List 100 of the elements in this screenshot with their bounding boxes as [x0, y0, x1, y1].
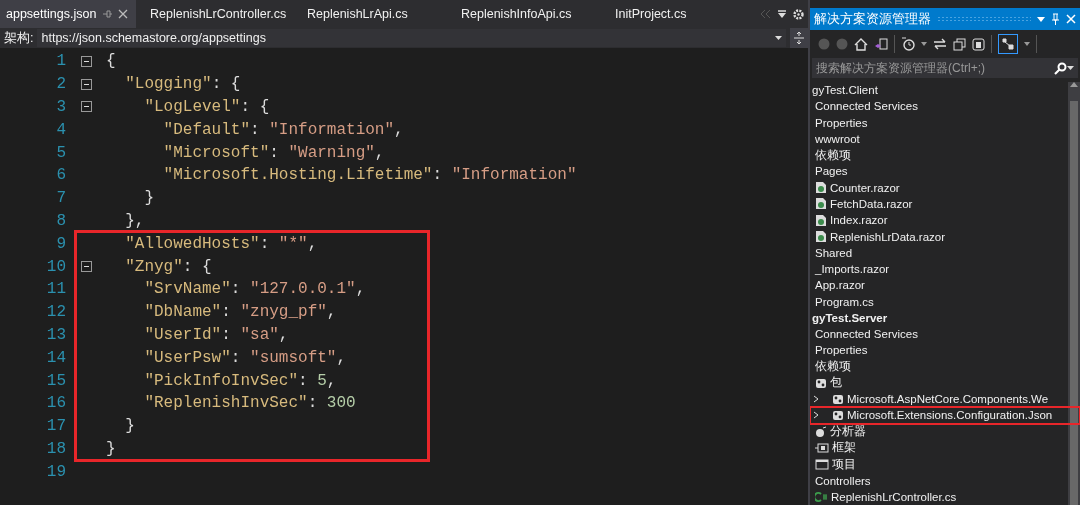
tree-item[interactable]: Connected Services	[815, 100, 918, 113]
tree-item[interactable]: Properties	[815, 116, 868, 129]
package-icon	[815, 376, 827, 389]
line-number: 17	[45, 417, 66, 436]
split-button[interactable]	[790, 28, 808, 48]
tree-item[interactable]: 依赖项	[815, 147, 851, 163]
tree-item[interactable]: ReplenishLrController.cs	[831, 490, 957, 503]
analyzer-icon	[815, 425, 827, 438]
search-field[interactable]: 搜索解决方案资源管理器(Ctrl+;)	[812, 58, 1078, 78]
collapse-icon[interactable]	[80, 101, 92, 113]
editor-tab[interactable]: ReplenishLrController.cs	[136, 0, 293, 28]
line-number: 7	[55, 189, 66, 208]
tree-item[interactable]: gyTest.Server	[812, 311, 888, 324]
line-number: 10	[45, 257, 66, 276]
tree-item[interactable]: _Imports.razor	[815, 263, 890, 276]
tree-item[interactable]: Controllers	[815, 474, 871, 487]
tree-item[interactable]: App.razor	[815, 279, 865, 292]
tree-item[interactable]: 项目	[832, 456, 856, 472]
tree-item[interactable]: FetchData.razor	[830, 198, 913, 210]
tree-item[interactable]: wwwroot	[815, 132, 860, 145]
tree-item[interactable]: Counter.razor	[830, 181, 900, 194]
tree-item[interactable]: 框架	[832, 440, 856, 456]
line-number: 9	[55, 234, 66, 253]
file-icon	[815, 181, 827, 195]
line-number: 13	[45, 325, 66, 344]
home-icon[interactable]	[854, 37, 868, 51]
line-number: 8	[55, 211, 66, 230]
tree-item[interactable]: 依赖项	[815, 359, 851, 375]
line-number: 14	[45, 348, 66, 367]
caret-icon[interactable]	[921, 42, 927, 46]
history-icon[interactable]	[901, 37, 915, 51]
code-line: }	[124, 417, 135, 436]
line-number: 11	[45, 280, 66, 299]
close-icon[interactable]	[118, 9, 129, 19]
editor-tab[interactable]: InitProject.cs	[601, 0, 755, 28]
package-icon	[832, 393, 844, 406]
collapse-icon[interactable]	[80, 261, 92, 273]
collapse-icon[interactable]	[80, 55, 92, 67]
tree-item[interactable]: Program.cs	[815, 295, 874, 308]
collapse-icon[interactable]	[80, 78, 92, 90]
dropdown-icon[interactable]	[777, 9, 787, 19]
code-line: },	[124, 211, 145, 230]
file-icon	[815, 213, 827, 227]
tree-item[interactable]: 包	[830, 375, 842, 391]
tree-item[interactable]: ReplenishLrData.razor	[830, 230, 946, 243]
code-line: "ReplenishInvSec": 300	[143, 394, 356, 413]
panel-title: 解决方案资源管理器	[814, 10, 931, 28]
code-line: "DbName": "znyg_pf",	[143, 303, 337, 322]
tree-item[interactable]: Shared	[815, 246, 853, 259]
dropdown-icon[interactable]	[1037, 16, 1045, 22]
line-number: 4	[55, 120, 66, 139]
settings-icon[interactable]	[793, 8, 804, 20]
caret-icon[interactable]	[1024, 42, 1030, 46]
split-icon	[794, 32, 804, 44]
code-line: "PickInfoInvSec": 5,	[143, 371, 337, 390]
sync-icon[interactable]	[933, 38, 947, 50]
line-number: 6	[55, 166, 66, 185]
copy-icon[interactable]	[972, 37, 985, 51]
editor-tab[interactable]: ReplenishInfoApi.cs	[447, 0, 601, 28]
code-line: "Microsoft": "Warning",	[162, 143, 385, 162]
code-line: {	[106, 52, 116, 71]
tree-item[interactable]: Pages	[815, 165, 848, 178]
code-line: "Default": "Information",	[162, 120, 404, 139]
code-line: "UserPsw": "sumsoft",	[143, 348, 347, 367]
line-number: 18	[45, 439, 66, 458]
search-icon[interactable]	[1054, 61, 1067, 75]
tree-item[interactable]: 分析器	[830, 424, 866, 440]
pin-icon	[102, 9, 113, 19]
code-line: "LogLevel": {	[143, 98, 270, 116]
code-line: "Microsoft.Hosting.Lifetime": "Information"	[162, 166, 577, 185]
tree-item[interactable]: Index.razor	[830, 214, 888, 227]
line-number: 15	[45, 371, 66, 390]
schema-label: 架构:	[4, 29, 34, 47]
code-line: "Znyg": {	[124, 257, 212, 276]
line-number: 19	[45, 462, 66, 481]
pin-icon[interactable]	[1051, 13, 1060, 25]
tree-item[interactable]: Properties	[815, 344, 868, 357]
tree-item[interactable]: Microsoft.AspNetCore.Components.We	[847, 393, 1049, 406]
caret-icon[interactable]	[1067, 66, 1074, 70]
tree-item[interactable]: Microsoft.Extensions.Configuration.Json	[847, 409, 1053, 422]
caret-icon	[775, 36, 782, 40]
code-line: }	[106, 439, 116, 458]
editor-tab[interactable]: ReplenishLrApi.cs	[293, 0, 447, 28]
line-number: 5	[55, 143, 66, 162]
scrollbar[interactable]	[1068, 82, 1080, 505]
code-line: "UserId": "sa",	[143, 325, 289, 344]
editor-tab[interactable]: appsettings.json	[0, 0, 136, 28]
code-line: "AllowedHosts": "*",	[124, 234, 318, 253]
line-number: 3	[55, 98, 66, 116]
framework-icon	[815, 441, 829, 454]
tree-item[interactable]: gyTest.Client	[812, 84, 878, 97]
code-line: }	[143, 189, 154, 208]
line-number: 16	[45, 394, 66, 413]
package-icon	[832, 409, 844, 422]
tree-item[interactable]: Connected Services	[815, 328, 918, 341]
line-number: 1	[55, 52, 66, 71]
file-icon	[815, 230, 827, 243]
collapse-all-icon[interactable]	[953, 37, 966, 51]
schema-dropdown[interactable]: https://json.schemastore.org/appsettings	[37, 29, 786, 47]
scroll-up-icon	[1070, 82, 1078, 87]
